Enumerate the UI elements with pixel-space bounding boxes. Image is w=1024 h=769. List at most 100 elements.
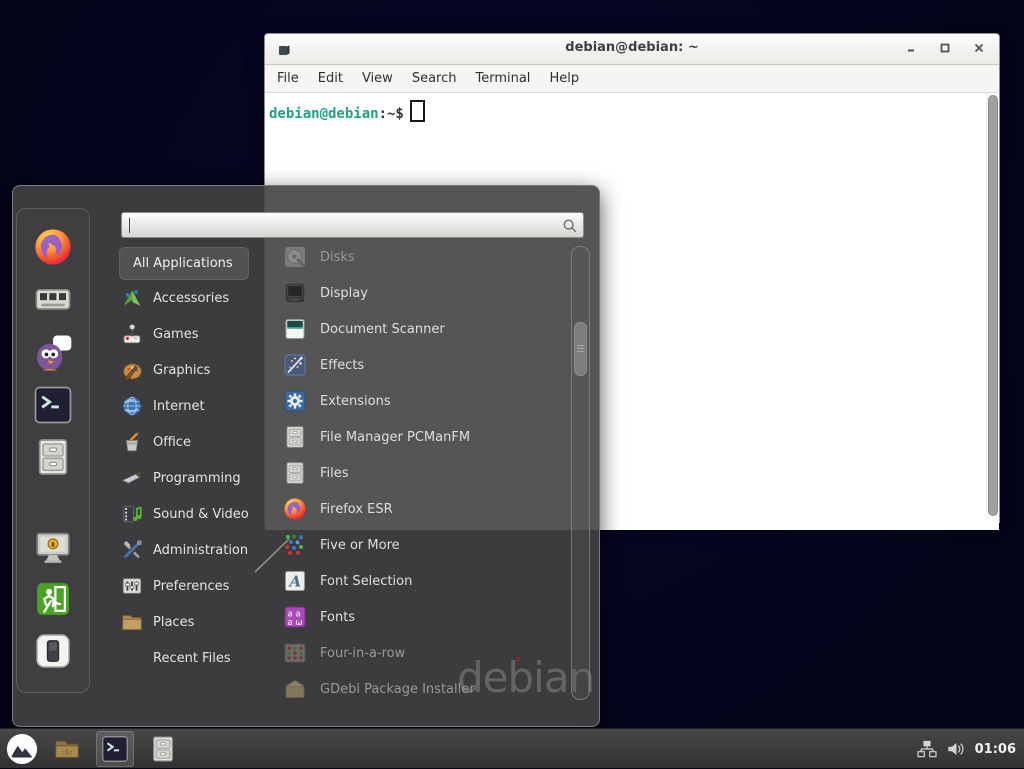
internet-icon [121, 395, 143, 417]
favorite-keyboard[interactable] [33, 279, 73, 319]
taskbar-tray: 01:06 [917, 729, 1016, 769]
category-list: Accessories Games Graphics Internet Office Pr… [119, 280, 277, 676]
category-preferences[interactable]: Preferences [119, 568, 277, 604]
app-file-manager-pcmanfm[interactable]: File Manager PCManFM [277, 419, 561, 455]
sound-video-icon [121, 503, 143, 525]
document-scanner-icon [283, 317, 307, 341]
category-internet[interactable]: Internet [119, 388, 277, 424]
terminal-menu-terminal[interactable]: Terminal [475, 71, 530, 86]
logout-icon [34, 580, 72, 618]
category-label: Office [153, 435, 191, 450]
terminal-scrollbar-thumb[interactable] [988, 95, 998, 516]
category-sound-video[interactable]: Sound & Video [119, 496, 277, 532]
shutdown-icon [34, 632, 72, 670]
app-label: Effects [320, 358, 364, 373]
category-label: Games [153, 327, 198, 342]
search-input[interactable] [122, 213, 583, 237]
menu-scrollbar[interactable] [571, 246, 590, 700]
all-applications-button[interactable]: All Applications [119, 247, 249, 280]
app-files[interactable]: Files [277, 455, 561, 491]
taskbar-menu[interactable] [6, 733, 38, 765]
app-five-or-more[interactable]: Five or More [277, 527, 561, 563]
terminal-title: debian@debian: ~ [265, 40, 999, 55]
accessories-icon [121, 287, 143, 309]
favorite-file-manager[interactable] [33, 437, 73, 477]
terminal-scrollbar[interactable] [986, 93, 997, 519]
graphics-icon [121, 359, 143, 381]
app-effects[interactable]: Effects [277, 347, 561, 383]
pidgin-icon [33, 333, 73, 373]
taskbar-file-manager[interactable]: :D: [51, 733, 83, 765]
app-label: Document Scanner [320, 322, 445, 337]
search-caret [129, 218, 130, 233]
network-icon[interactable] [917, 740, 937, 758]
category-office[interactable]: Office [119, 424, 277, 460]
app-four-in-a-row[interactable]: Four-in-a-row [277, 635, 561, 671]
file-cabinet-icon [149, 735, 177, 763]
taskbar-files[interactable] [147, 733, 179, 765]
category-graphics[interactable]: Graphics [119, 352, 277, 388]
app-document-scanner[interactable]: Document Scanner [277, 311, 561, 347]
menu-scrollbar-thumb[interactable] [574, 322, 587, 376]
category-games[interactable]: Games [119, 316, 277, 352]
disks-icon [283, 245, 307, 269]
firefox-icon [283, 497, 307, 521]
category-programming[interactable]: Programming [119, 460, 277, 496]
app-firefox-esr[interactable]: Firefox ESR [277, 491, 561, 527]
terminal-titlebar[interactable]: debian@debian: ~ [265, 34, 999, 65]
file-cabinet-icon [33, 437, 73, 477]
office-icon [121, 431, 143, 453]
category-label: Accessories [153, 291, 229, 306]
close-icon[interactable] [973, 41, 985, 55]
taskbar: :D: 01:06 [0, 728, 1024, 768]
extensions-icon [283, 389, 307, 413]
favorite-terminal[interactable] [33, 385, 73, 425]
category-label: Places [153, 615, 194, 630]
maximize-icon[interactable] [939, 41, 951, 55]
terminal-menu-help[interactable]: Help [549, 71, 579, 86]
application-list: Disks Display Document Scanner Effects Exten… [277, 239, 561, 708]
terminal-cursor [410, 100, 425, 122]
app-disks[interactable]: Disks [277, 239, 561, 275]
keyboard-icon [33, 279, 73, 319]
menu-circle-icon [6, 732, 38, 766]
terminal-menu-search[interactable]: Search [412, 71, 457, 86]
session-lock-screen[interactable] [34, 528, 72, 566]
svg-text:A: A [288, 573, 302, 591]
file-cabinet-icon [283, 461, 307, 485]
favorite-firefox[interactable] [33, 227, 73, 267]
app-label: Fonts [320, 610, 355, 625]
app-fonts[interactable]: a aa ωFonts [277, 599, 561, 635]
favorite-pidgin[interactable] [33, 333, 73, 373]
app-label: Disks [320, 250, 355, 265]
gdebi-icon [283, 677, 307, 701]
session-shut-down[interactable] [34, 632, 72, 670]
app-extensions[interactable]: Extensions [277, 383, 561, 419]
administration-icon [121, 539, 143, 561]
app-label: Font Selection [320, 574, 412, 589]
taskbar-terminal[interactable] [96, 731, 134, 767]
terminal-menu-view[interactable]: View [362, 71, 393, 86]
display-icon [283, 281, 307, 305]
terminal-menu-file[interactable]: File [277, 71, 299, 86]
prompt-user: debian@debian [269, 106, 379, 122]
search-box [121, 212, 584, 238]
games-icon [121, 323, 143, 345]
search-icon [562, 218, 578, 234]
app-display[interactable]: Display [277, 275, 561, 311]
minimize-icon[interactable] [905, 41, 917, 55]
session-log-out[interactable] [34, 580, 72, 618]
app-label: Display [320, 286, 368, 301]
taskbar-launchers: :D: [6, 729, 179, 769]
volume-icon[interactable] [946, 740, 966, 758]
favorites-panel [16, 208, 90, 693]
app-font-selection[interactable]: A Font Selection [277, 563, 561, 599]
category-places[interactable]: Places [119, 604, 277, 640]
category-label: Internet [153, 399, 205, 414]
category-recent-files[interactable]: Recent Files [119, 640, 277, 676]
category-administration[interactable]: Administration [119, 532, 277, 568]
terminal-menu-edit[interactable]: Edit [318, 71, 343, 86]
app-label: Files [320, 466, 349, 481]
app-gdebi-package-installer[interactable]: GDebi Package Installer [277, 671, 561, 707]
category-accessories[interactable]: Accessories [119, 280, 277, 316]
